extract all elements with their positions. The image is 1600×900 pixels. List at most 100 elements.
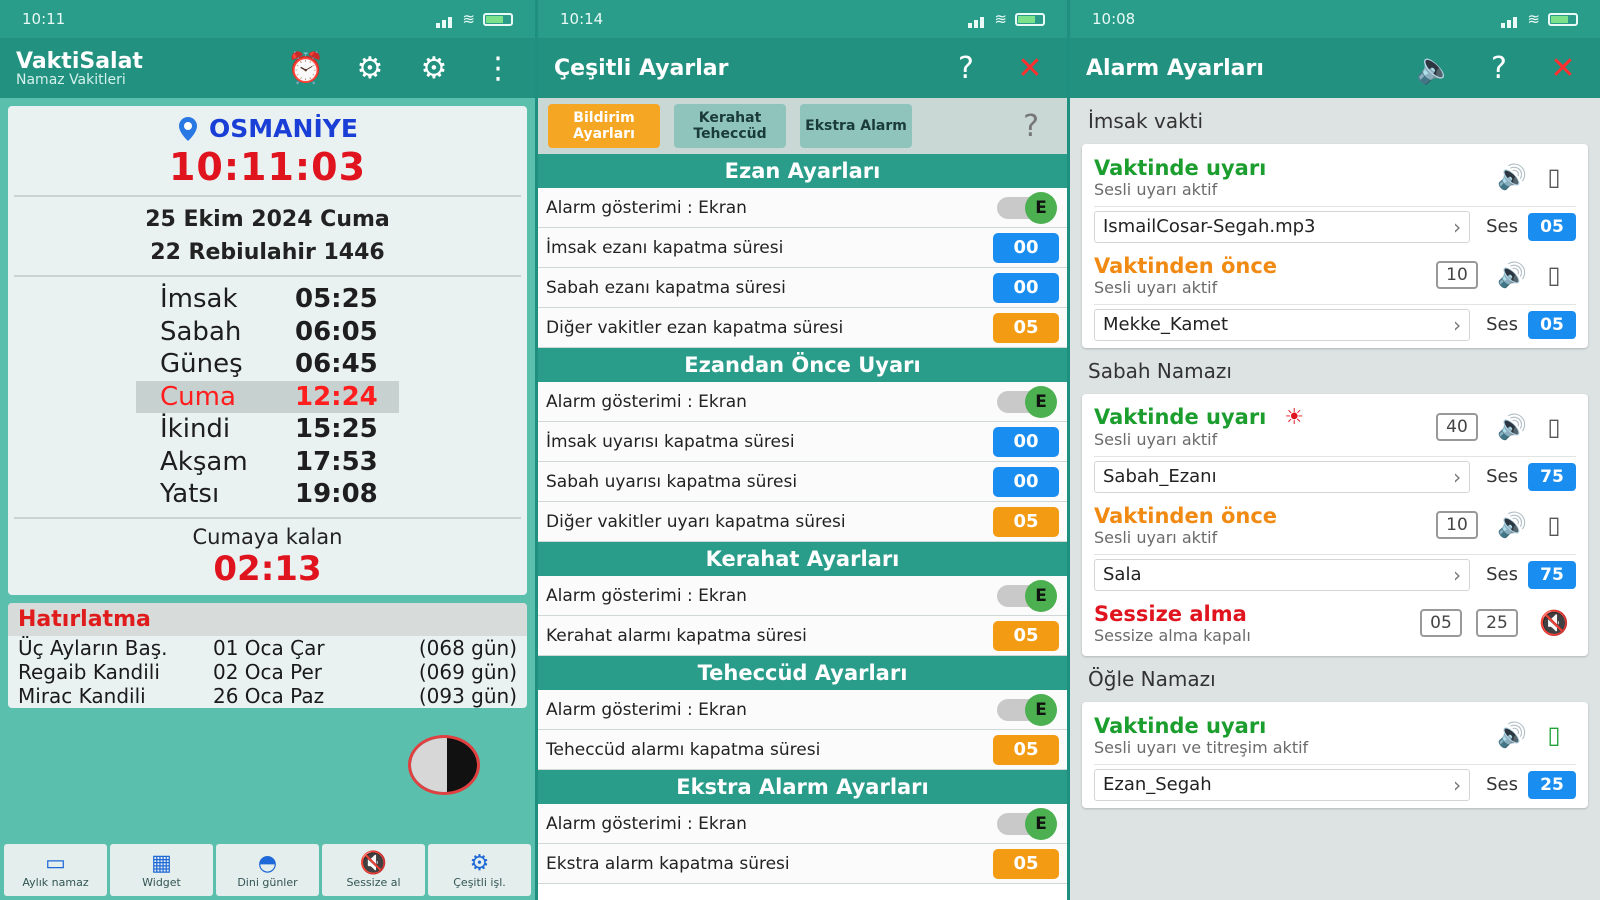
nav-mosque[interactable]: ◓ Dini günler — [216, 844, 319, 896]
volume-value[interactable]: 05 — [1528, 212, 1576, 241]
vibrate-icon[interactable]: ▯ — [1532, 721, 1576, 749]
minutes-box[interactable]: 10 — [1436, 511, 1478, 539]
speaker-icon[interactable]: 🔊 — [1492, 721, 1532, 749]
prayer-name: Güneş — [160, 349, 243, 380]
nav-widget[interactable]: ▦ Widget — [110, 844, 213, 896]
setting-row[interactable]: İmsak uyarısı kapatma süresi 00 — [538, 422, 1067, 462]
setting-row[interactable]: Sabah ezanı kapatma süresi 00 — [538, 268, 1067, 308]
signal-icon — [968, 10, 986, 28]
settings-icon[interactable]: ⚙ — [349, 47, 391, 89]
volume-value[interactable]: 25 — [1528, 770, 1576, 799]
volume-value[interactable]: 05 — [1528, 310, 1576, 339]
moon-phase-icon[interactable] — [408, 735, 480, 795]
toggle-switch[interactable]: E — [997, 191, 1057, 224]
duration-value[interactable]: 00 — [993, 272, 1059, 303]
mute-icon[interactable]: 🔇 — [1532, 609, 1576, 637]
speaker-icon[interactable]: 🔊 — [1492, 261, 1532, 289]
more-menu-icon[interactable]: ⋮ — [477, 47, 519, 89]
duration-value[interactable]: 00 — [993, 232, 1059, 263]
vibrate-icon[interactable]: ▯ — [1532, 163, 1576, 191]
setting-row[interactable]: Diğer vakitler ezan kapatma süresi 05 — [538, 308, 1067, 348]
prayer-row: Yatsı 19:08 — [8, 478, 527, 511]
volume-value[interactable]: 75 — [1528, 560, 1576, 589]
silent-row[interactable]: Sessize alma Sessize alma kapalı 05 25 🔇 — [1094, 594, 1576, 652]
sound-file-select[interactable]: Mekke_Kamet › — [1094, 308, 1471, 341]
widget-icon: ▦ — [151, 850, 172, 876]
toggle-switch[interactable]: E — [997, 693, 1057, 726]
wifi-icon: ≋ — [462, 10, 475, 28]
speaker-icon[interactable]: 🔊 — [1492, 413, 1532, 441]
setting-row[interactable]: Alarm gösterimi : Ekran E — [538, 188, 1067, 228]
vibrate-icon[interactable]: ▯ — [1532, 413, 1576, 441]
setting-row[interactable]: Alarm gösterimi : Ekran E — [538, 690, 1067, 730]
nav-calendar[interactable]: ▭ Aylık namaz — [4, 844, 107, 896]
alarm-row[interactable]: Vaktinden önce Sesli uyarı aktif 10 🔊 ▯ — [1094, 496, 1576, 554]
group-title: Öğle Namazı — [1088, 667, 1216, 691]
close-icon[interactable]: ✕ — [1009, 47, 1051, 89]
minutes-box[interactable]: 10 — [1436, 261, 1478, 289]
duration-value[interactable]: 00 — [993, 426, 1059, 457]
duration-value[interactable]: 05 — [993, 620, 1059, 651]
tab-2[interactable]: Ekstra Alarm — [800, 104, 912, 148]
sound-file-row: Mekke_Kamet › Ses 05 — [1094, 304, 1576, 344]
setting-label: İmsak ezanı kapatma süresi — [546, 237, 784, 258]
sound-file-select[interactable]: IsmailCosar-Segah.mp3 › — [1094, 210, 1471, 243]
setting-row[interactable]: Teheccüd alarmı kapatma süresi 05 — [538, 730, 1067, 770]
help-icon[interactable]: ? — [1023, 109, 1039, 144]
speaker-icon[interactable]: 🔊 — [1492, 163, 1532, 191]
minutes-box[interactable]: 40 — [1436, 413, 1478, 441]
toggle-switch[interactable]: E — [997, 807, 1057, 840]
gear-icon[interactable]: ⚙ — [413, 47, 455, 89]
alarm-row[interactable]: Vaktinden önce Sesli uyarı aktif 10 🔊 ▯ — [1094, 246, 1576, 304]
mute-icon: 🔇 — [359, 850, 388, 876]
duration-value[interactable]: 05 — [993, 734, 1059, 765]
toggle-switch[interactable]: E — [997, 385, 1057, 418]
setting-row[interactable]: İmsak ezanı kapatma süresi 00 — [538, 228, 1067, 268]
prayer-row: Güneş 06:45 — [8, 348, 527, 381]
alarm-title-line: Vaktinde uyarı ☀ — [1094, 405, 1436, 430]
sound-file-select[interactable]: Ezan_Segah › — [1094, 768, 1471, 801]
nav-mute[interactable]: 🔇 Sessize al — [322, 844, 425, 896]
battery-icon — [483, 12, 513, 26]
reminder-row: Mirac Kandili 26 Oca Paz (093 gün) — [8, 684, 527, 708]
alarm-text: Vaktinden önce Sesli uyarı aktif — [1094, 254, 1436, 297]
vibrate-icon[interactable]: ▯ — [1532, 261, 1576, 289]
sound-file-select[interactable]: Sabah_Ezanı › — [1094, 460, 1471, 493]
duration-value[interactable]: 00 — [993, 466, 1059, 497]
setting-row[interactable]: Diğer vakitler uyarı kapatma süresi 05 — [538, 502, 1067, 542]
help-icon[interactable]: ? — [1478, 47, 1520, 89]
speaker-icon[interactable]: 🔈 — [1414, 47, 1456, 89]
setting-row[interactable]: Alarm gösterimi : Ekran E — [538, 382, 1067, 422]
city-row[interactable]: OSMANİYE — [8, 114, 527, 143]
vibrate-icon[interactable]: ▯ — [1532, 511, 1576, 539]
sound-file-select[interactable]: Sala › — [1094, 558, 1471, 591]
duration-value[interactable]: 05 — [993, 312, 1059, 343]
divider — [14, 275, 521, 277]
speaker-icon[interactable]: 🔊 — [1492, 511, 1532, 539]
silent-duration-box[interactable]: 25 — [1476, 609, 1518, 637]
help-icon[interactable]: ? — [945, 47, 987, 89]
close-icon[interactable]: ✕ — [1542, 47, 1584, 89]
alarm-clock-icon[interactable]: ⏰ — [285, 47, 327, 89]
setting-row[interactable]: Kerahat alarmı kapatma süresi 05 — [538, 616, 1067, 656]
alarm-row[interactable]: Vaktinde uyarı ☀ Sesli uyarı aktif 40 🔊 ▯ — [1094, 398, 1576, 456]
nav-gear[interactable]: ⚙ Çeşitli işl. — [428, 844, 531, 896]
volume-value[interactable]: 75 — [1528, 462, 1576, 491]
tab-1[interactable]: Kerahat Teheccüd — [674, 104, 786, 148]
duration-value[interactable]: 05 — [993, 848, 1059, 879]
toggle-switch[interactable]: E — [997, 579, 1057, 612]
setting-row[interactable]: Alarm gösterimi : Ekran E — [538, 576, 1067, 616]
alarm-row[interactable]: Vaktinde uyarı Sesli uyarı ve titreşim ak… — [1094, 706, 1576, 764]
alarm-groups: İmsak vakti Vaktinde uyarı Sesli uyarı akt… — [1070, 98, 1600, 808]
alarm-row[interactable]: Vaktinde uyarı Sesli uyarı aktif 🔊 ▯ — [1094, 148, 1576, 206]
duration-value[interactable]: 05 — [993, 506, 1059, 537]
app-subtitle: Namaz Vakitleri — [16, 71, 126, 88]
setting-row[interactable]: Alarm gösterimi : Ekran E — [538, 804, 1067, 844]
setting-row[interactable]: Sabah uyarısı kapatma süresi 00 — [538, 462, 1067, 502]
hijri-date: 22 Rebiulahir 1446 — [150, 240, 385, 265]
silent-before-box[interactable]: 05 — [1420, 609, 1462, 637]
alarm-title: Vaktinde uyarı — [1094, 713, 1267, 738]
setting-row[interactable]: Ekstra alarm kapatma süresi 05 — [538, 844, 1067, 884]
tab-0[interactable]: Bildirim Ayarları — [548, 104, 660, 148]
setting-label: Teheccüd alarmı kapatma süresi — [546, 739, 821, 760]
